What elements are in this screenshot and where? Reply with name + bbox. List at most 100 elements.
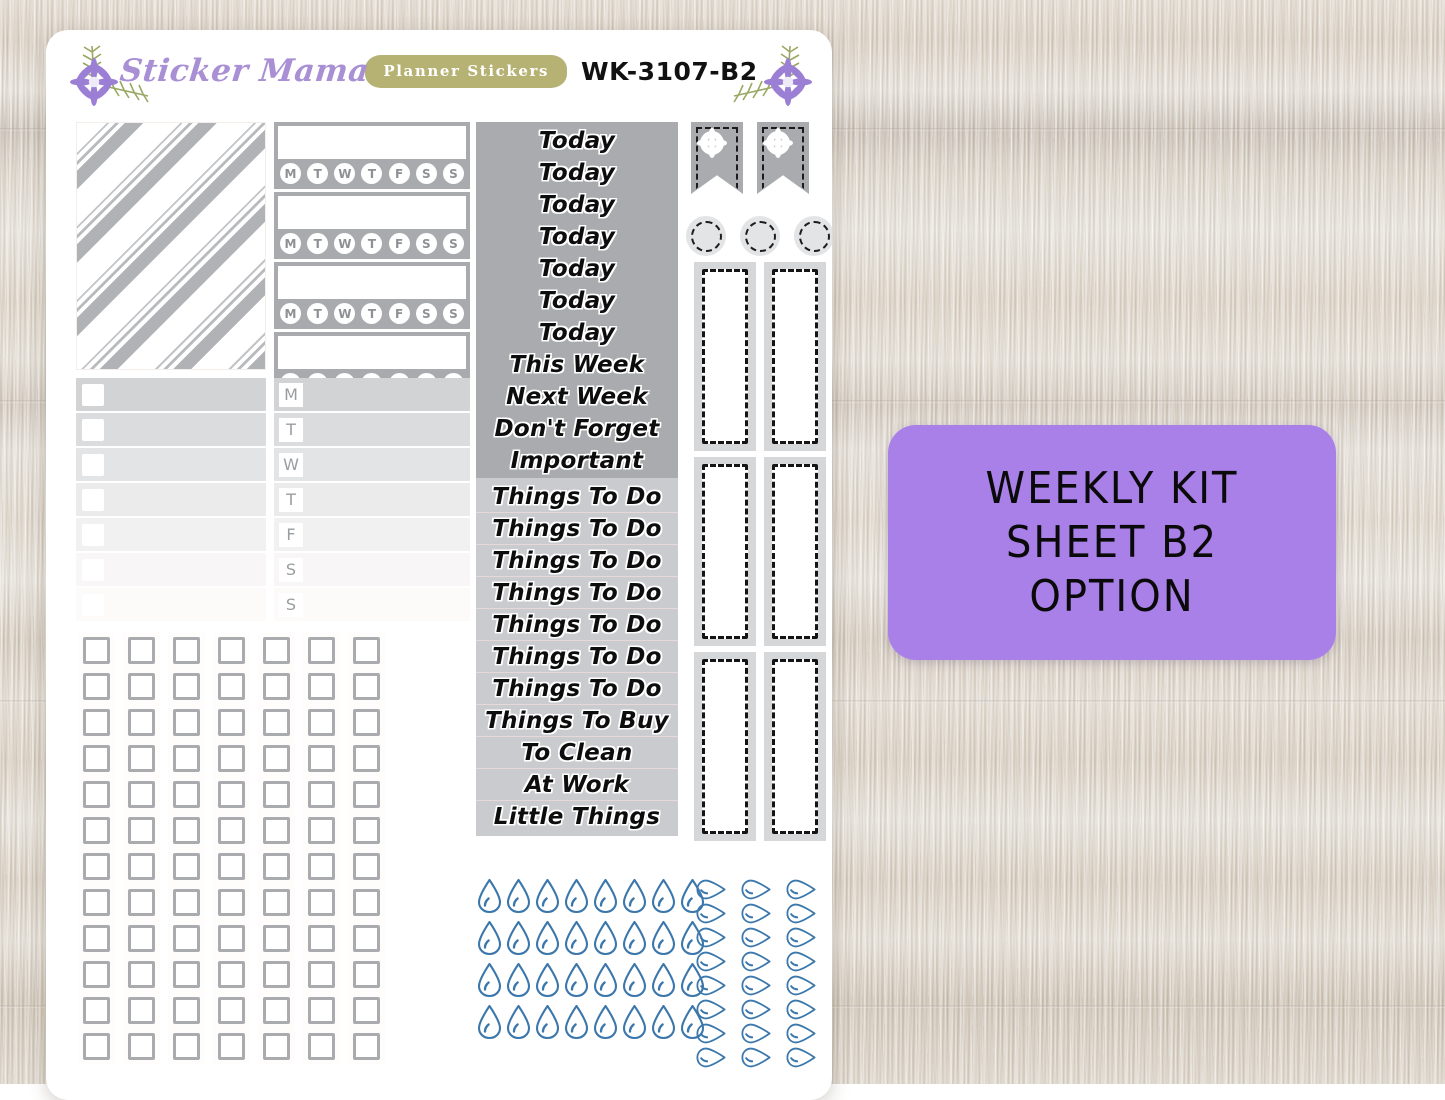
water-drop-side-icon[interactable] [691, 878, 731, 901]
today-label-sticker[interactable]: Today [476, 285, 678, 317]
water-drop-icon[interactable] [621, 1004, 648, 1040]
checkbox[interactable] [173, 817, 200, 844]
water-drop-side-icon[interactable] [736, 1022, 776, 1045]
water-drop-icon[interactable] [505, 878, 532, 914]
checkbox[interactable] [83, 817, 110, 844]
checkbox[interactable] [83, 745, 110, 772]
checkbox[interactable] [308, 817, 335, 844]
water-drop-side-icon[interactable] [691, 950, 731, 973]
checkbox[interactable] [308, 925, 335, 952]
checkbox[interactable] [128, 925, 155, 952]
row-checkbox[interactable] [82, 523, 104, 546]
checkbox[interactable] [128, 637, 155, 664]
checkbox[interactable] [173, 1033, 200, 1060]
today-label-sticker[interactable]: Today [476, 157, 678, 189]
todo-label-sticker[interactable]: Things To Do [476, 513, 678, 545]
checkbox[interactable] [128, 1033, 155, 1060]
checkbox[interactable] [263, 673, 290, 700]
checkbox[interactable] [218, 1033, 245, 1060]
day-row-s-6[interactable]: S [274, 588, 470, 621]
day-dot-2[interactable]: W [334, 163, 356, 184]
checkbox[interactable] [83, 673, 110, 700]
today-label-sticker[interactable]: Next Week [476, 381, 678, 413]
day-dot-1[interactable]: T [307, 233, 329, 254]
checkbox[interactable] [218, 637, 245, 664]
water-drop-icon[interactable] [534, 878, 561, 914]
checkbox[interactable] [128, 889, 155, 916]
water-drop-icon[interactable] [534, 1004, 561, 1040]
day-dot-1[interactable]: T [307, 163, 329, 184]
todo-label-sticker[interactable]: Things To Do [476, 481, 678, 513]
today-label-sticker[interactable]: This Week [476, 349, 678, 381]
checkbox[interactable] [218, 889, 245, 916]
checkbox[interactable] [353, 1033, 380, 1060]
checkbox[interactable] [173, 853, 200, 880]
dashed-circle-sticker[interactable] [740, 216, 780, 256]
todo-label-sticker[interactable]: At Work [476, 769, 678, 801]
habit-tracker[interactable]: MTWTFSS [274, 122, 470, 189]
checkbox[interactable] [128, 817, 155, 844]
checkbox[interactable] [173, 745, 200, 772]
todo-label-sticker[interactable]: Things To Do [476, 673, 678, 705]
checkbox[interactable] [173, 961, 200, 988]
water-drop-side-icon[interactable] [781, 926, 821, 949]
day-dot-4[interactable]: F [388, 233, 410, 254]
check-row[interactable] [76, 518, 266, 551]
water-drop-side-icon[interactable] [691, 1022, 731, 1045]
checkbox[interactable] [173, 781, 200, 808]
checkbox[interactable] [353, 889, 380, 916]
checkbox[interactable] [308, 709, 335, 736]
checkbox[interactable] [218, 961, 245, 988]
row-checkbox[interactable] [82, 558, 104, 581]
checkbox[interactable] [263, 709, 290, 736]
checkbox[interactable] [308, 961, 335, 988]
checkbox[interactable] [83, 709, 110, 736]
checkbox[interactable] [263, 997, 290, 1024]
water-drop-icon[interactable] [621, 878, 648, 914]
checkbox[interactable] [353, 925, 380, 952]
day-dot-4[interactable]: F [388, 163, 410, 184]
checkbox[interactable] [83, 637, 110, 664]
checkbox[interactable] [353, 997, 380, 1024]
check-row[interactable] [76, 588, 266, 621]
checkbox[interactable] [218, 709, 245, 736]
row-checkbox[interactable] [82, 488, 104, 511]
check-row[interactable] [76, 413, 266, 446]
water-drop-side-icon[interactable] [781, 1046, 821, 1069]
checkbox[interactable] [353, 853, 380, 880]
checkbox[interactable] [263, 853, 290, 880]
tall-dashed-box-sticker[interactable] [694, 457, 756, 646]
checkbox[interactable] [173, 673, 200, 700]
water-drop-side-icon[interactable] [736, 926, 776, 949]
water-drop-side-icon[interactable] [736, 1046, 776, 1069]
water-drop-side-icon[interactable] [736, 974, 776, 997]
water-drop-icon[interactable] [476, 1004, 503, 1040]
day-dot-0[interactable]: M [280, 303, 301, 324]
check-row[interactable] [76, 378, 266, 411]
checkbox[interactable] [128, 997, 155, 1024]
water-drop-icon[interactable] [592, 1004, 619, 1040]
day-dot-3[interactable]: T [361, 163, 383, 184]
today-label-sticker[interactable]: Important [476, 445, 678, 477]
checkbox[interactable] [353, 709, 380, 736]
water-drop-side-icon[interactable] [736, 902, 776, 925]
row-checkbox[interactable] [82, 418, 104, 441]
day-row-t-3[interactable]: T [274, 483, 470, 516]
checkbox[interactable] [218, 997, 245, 1024]
water-drop-icon[interactable] [476, 878, 503, 914]
water-drop-icon[interactable] [621, 962, 648, 998]
checkbox[interactable] [353, 745, 380, 772]
todo-label-sticker[interactable]: Things To Buy [476, 705, 678, 737]
day-row-w-2[interactable]: W [274, 448, 470, 481]
banner-flag-sticker[interactable] [691, 122, 743, 194]
checkbox[interactable] [173, 925, 200, 952]
today-label-sticker[interactable]: Today [476, 189, 678, 221]
tracker-write-area[interactable] [278, 196, 466, 229]
day-dot-6[interactable]: S [442, 233, 464, 254]
water-drop-icon[interactable] [650, 962, 677, 998]
checkbox[interactable] [83, 1033, 110, 1060]
water-drop-icon[interactable] [505, 1004, 532, 1040]
water-drop-icon[interactable] [650, 1004, 677, 1040]
checkbox[interactable] [353, 781, 380, 808]
water-drop-side-icon[interactable] [736, 950, 776, 973]
